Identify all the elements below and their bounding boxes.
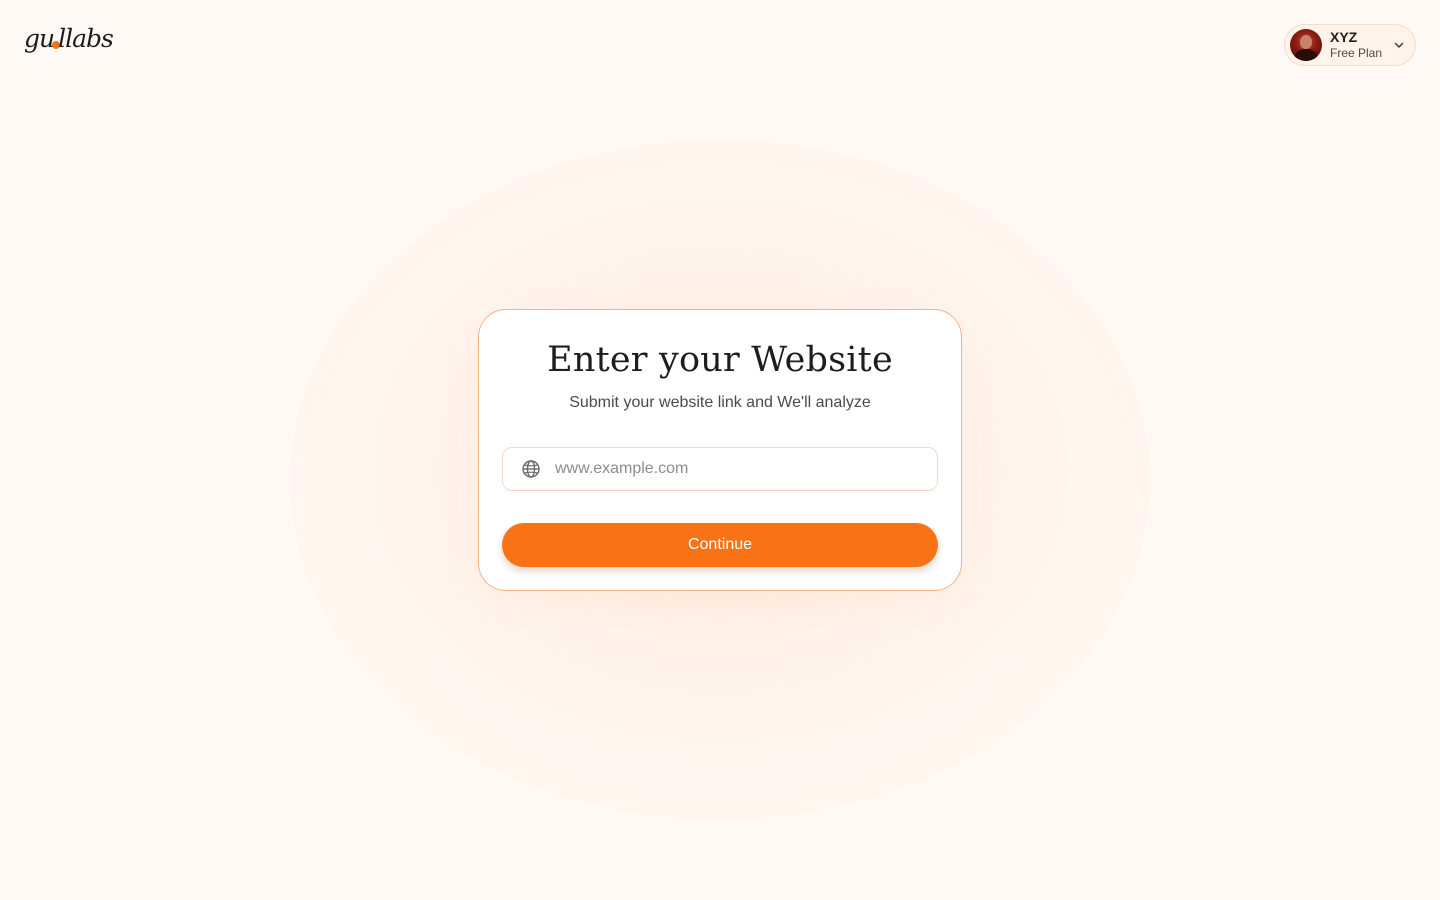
app-page: gu llabs XYZ Free Plan Enter your Website…	[0, 0, 1440, 900]
logo-text-start: gu	[24, 23, 55, 53]
user-info: XYZ Free Plan	[1330, 28, 1383, 61]
card-subtitle: Submit your website link and We'll analy…	[569, 394, 871, 411]
user-menu-button[interactable]: XYZ Free Plan	[1284, 24, 1416, 66]
website-entry-card: Enter your Website Submit your website l…	[478, 309, 962, 591]
card-title: Enter your Website	[547, 340, 893, 380]
website-url-input[interactable]	[555, 460, 915, 478]
user-plan: Free Plan	[1330, 46, 1383, 61]
logo-text-end: llabs	[58, 23, 114, 53]
website-url-field[interactable]	[502, 447, 938, 491]
user-name: XYZ	[1330, 28, 1358, 45]
brand-logo[interactable]: gu llabs	[24, 22, 114, 54]
user-avatar	[1290, 29, 1322, 61]
continue-button[interactable]: Continue	[502, 523, 938, 567]
chevron-down-icon	[1394, 42, 1404, 48]
globe-icon	[522, 460, 540, 478]
logo-wordmark: gu llabs	[24, 23, 114, 53]
